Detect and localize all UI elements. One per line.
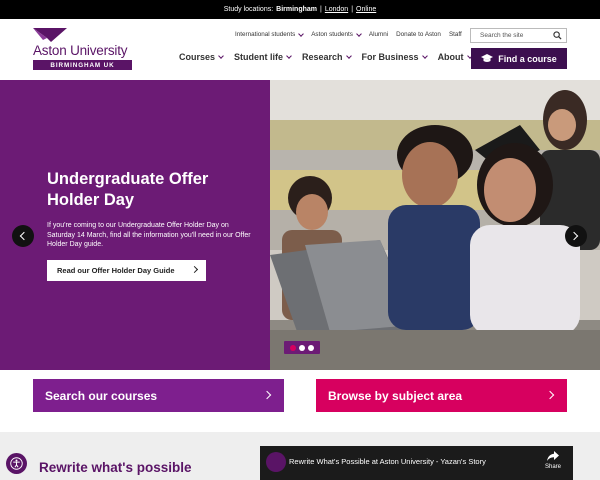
accessibility-button[interactable] [6, 453, 27, 474]
nav-about[interactable]: About [438, 52, 473, 62]
chevron-down-icon [298, 30, 305, 37]
utility-international-students[interactable]: International students [235, 30, 305, 38]
chevron-right-icon [190, 265, 199, 274]
chevron-down-icon [356, 30, 362, 37]
hero-image-students [270, 80, 600, 370]
study-locations-label: Study locations: [223, 6, 274, 13]
search-input[interactable]: Search the site [470, 28, 567, 43]
video-share-button[interactable]: Share [541, 451, 565, 470]
utility-nav: International students Aston students Al… [235, 30, 462, 38]
hero-title: Undergraduate Offer Holder Day [47, 170, 209, 209]
separator: | [351, 6, 354, 13]
find-a-course-label: Find a course [498, 53, 557, 64]
chevron-right-icon [262, 390, 272, 400]
logo-subtitle: BIRMINGHAM UK [33, 60, 132, 70]
carousel-pagination [284, 341, 320, 354]
study-locations-bar: Study locations: Birmingham | London | O… [0, 0, 600, 19]
find-a-course-button[interactable]: Find a course [471, 48, 567, 69]
main-nav: Courses Student life Research For Busine… [179, 52, 473, 62]
carousel-next-button[interactable] [565, 225, 587, 247]
location-birmingham: Birmingham [276, 6, 317, 13]
carousel-dot[interactable] [290, 344, 296, 351]
location-online-link[interactable]: Online [356, 6, 376, 13]
search-placeholder: Search the site [480, 32, 524, 39]
separator: | [320, 6, 322, 13]
location-london-link[interactable]: London [325, 6, 348, 13]
utility-alumni[interactable]: Alumni [369, 31, 388, 38]
nav-for-business[interactable]: For Business [362, 52, 428, 62]
video-player[interactable]: Rewrite What's Possible at Aston Univers… [260, 446, 573, 480]
carousel-prev-button[interactable] [12, 225, 34, 247]
video-title[interactable]: Rewrite What's Possible at Aston Univers… [289, 457, 486, 466]
site-header: Aston University BIRMINGHAM UK Internati… [0, 19, 600, 80]
hero-text: If you're coming to our Undergraduate Of… [47, 222, 251, 248]
utility-aston-students[interactable]: Aston students [311, 30, 362, 38]
offer-holder-guide-label: Read our Offer Holder Day Guide [57, 266, 175, 275]
search-our-courses-label: Search our courses [45, 388, 158, 403]
carousel-dot[interactable] [308, 344, 314, 351]
browse-by-subject-label: Browse by subject area [328, 388, 463, 403]
chevron-down-icon [286, 53, 292, 59]
students-photo [270, 80, 600, 370]
rewrite-heading: Rewrite what's possible [39, 460, 192, 475]
nav-research[interactable]: Research [302, 52, 352, 62]
share-label: Share [544, 464, 561, 470]
chevron-down-icon [345, 53, 352, 59]
rewrite-section: Rewrite what's possible Rewrite What's P… [0, 432, 600, 480]
logo-mark-icon [33, 28, 67, 42]
nav-courses[interactable]: Courses [179, 52, 224, 62]
carousel-dot[interactable] [299, 344, 305, 351]
search-icon[interactable] [553, 31, 562, 40]
graduation-cap-icon [481, 54, 494, 62]
browse-by-subject-button[interactable]: Browse by subject area [316, 379, 567, 412]
aston-logo[interactable]: Aston University BIRMINGHAM UK [33, 28, 133, 72]
chevron-down-icon [218, 53, 224, 59]
chevron-down-icon [421, 53, 428, 59]
accessibility-icon [10, 457, 23, 470]
utility-staff[interactable]: Staff [449, 31, 462, 38]
channel-logo [266, 452, 286, 472]
hero-carousel: Undergraduate Offer Holder Day If you're… [0, 80, 600, 370]
nav-student-life[interactable]: Student life [234, 52, 292, 62]
logo-name: Aston University [33, 43, 128, 58]
offer-holder-guide-button[interactable]: Read our Offer Holder Day Guide [47, 260, 206, 281]
search-our-courses-button[interactable]: Search our courses [33, 379, 284, 412]
share-icon [547, 451, 559, 461]
utility-donate[interactable]: Donate to Aston [396, 31, 441, 38]
chevron-right-icon [545, 390, 555, 400]
